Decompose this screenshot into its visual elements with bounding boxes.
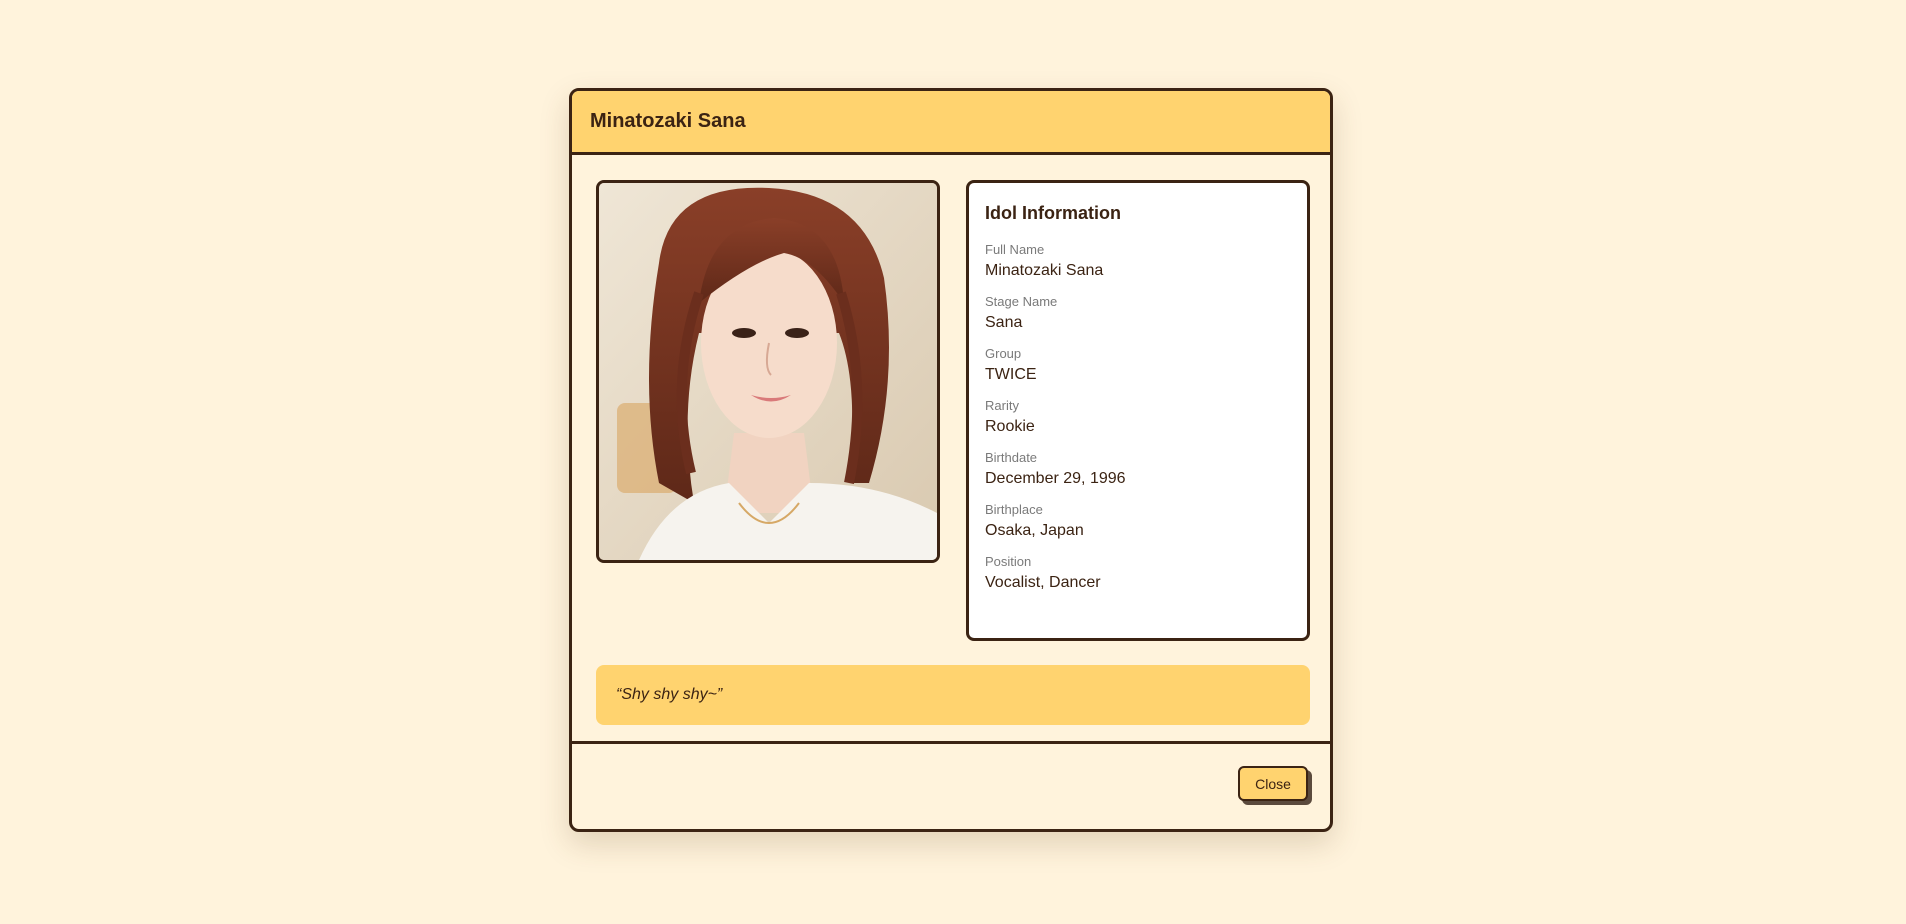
- field-stage-name: Stage Name Sana: [985, 294, 1291, 333]
- field-position: Position Vocalist, Dancer: [985, 554, 1291, 593]
- field-label: Full Name: [985, 242, 1045, 257]
- field-label: Birthplace: [985, 502, 1043, 517]
- idol-photo-illustration: [599, 183, 937, 560]
- idol-quote: “Shy shy shy~”: [596, 665, 1310, 725]
- field-value: Osaka, Japan: [985, 522, 1084, 539]
- idol-photo: [596, 180, 940, 563]
- field-value: Sana: [985, 314, 1023, 331]
- info-heading: Idol Information: [985, 203, 1121, 223]
- modal-title: Minatozaki Sana: [590, 110, 746, 132]
- modal-footer: Close: [572, 741, 1330, 829]
- field-rarity: Rarity Rookie: [985, 398, 1291, 437]
- idol-info-card: Idol Information Full Name Minatozaki Sa…: [966, 180, 1310, 641]
- close-button[interactable]: Close: [1238, 766, 1308, 801]
- modal-header: Minatozaki Sana: [572, 91, 1330, 155]
- field-birthdate: Birthdate December 29, 1996: [985, 450, 1291, 489]
- field-value: TWICE: [985, 366, 1037, 383]
- field-value: Vocalist, Dancer: [985, 574, 1101, 591]
- field-label: Group: [985, 346, 1022, 361]
- idol-detail-modal: Minatozaki Sana Idol Information Full Na…: [569, 88, 1333, 832]
- field-value: Rookie: [985, 418, 1035, 435]
- field-label: Position: [985, 554, 1032, 569]
- field-full-name: Full Name Minatozaki Sana: [985, 242, 1291, 281]
- modal-body: Idol Information Full Name Minatozaki Sa…: [572, 155, 1330, 749]
- field-label: Rarity: [985, 398, 1019, 413]
- field-label: Stage Name: [985, 294, 1058, 309]
- field-birthplace: Birthplace Osaka, Japan: [985, 502, 1291, 541]
- field-value: December 29, 1996: [985, 470, 1126, 487]
- field-label: Birthdate: [985, 450, 1038, 465]
- field-group: Group TWICE: [985, 346, 1291, 385]
- field-value: Minatozaki Sana: [985, 262, 1104, 279]
